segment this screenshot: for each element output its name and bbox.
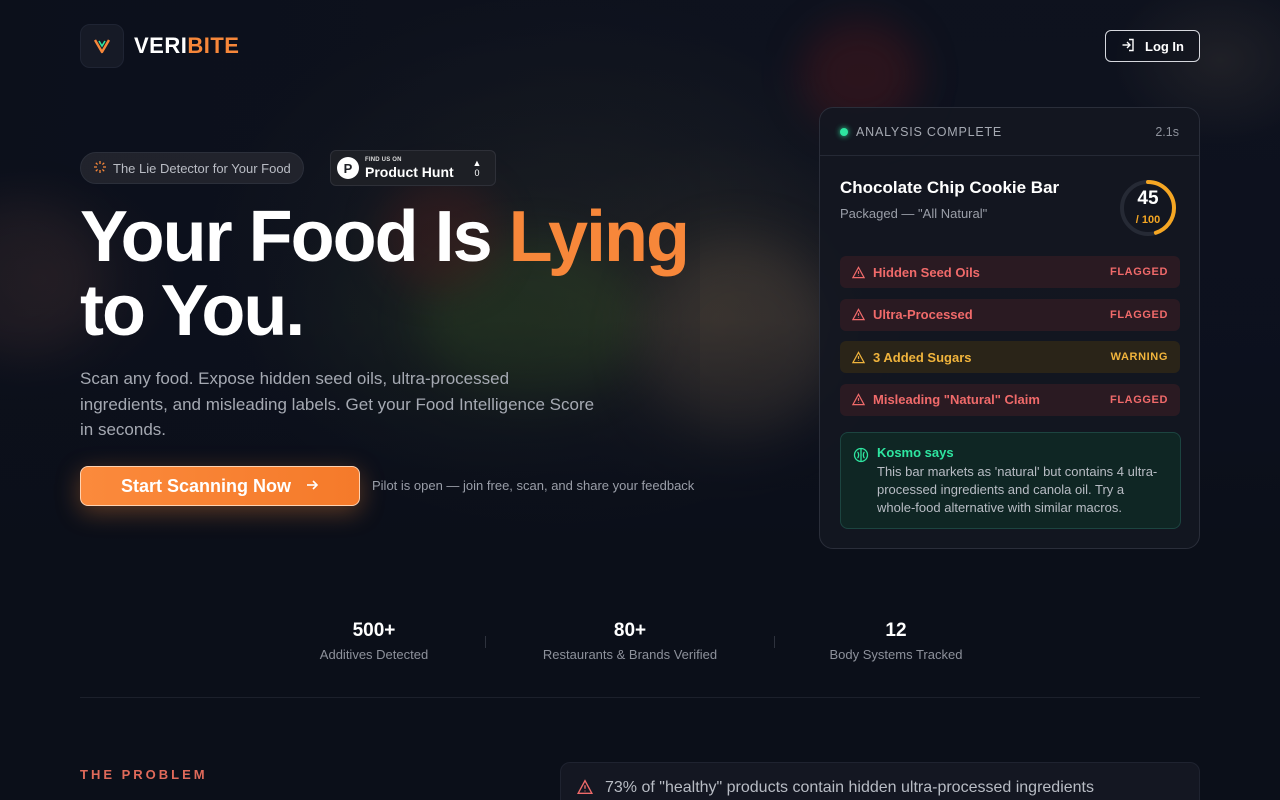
product-name: Chocolate Chip Cookie Bar <box>840 178 1060 197</box>
pilot-note: Pilot is open — join free, scan, and sha… <box>372 478 695 493</box>
score-max: / 100 <box>1135 214 1161 226</box>
stat-divider <box>485 636 486 648</box>
kosmo-text: This bar markets as 'natural' but contai… <box>877 464 1158 515</box>
producthunt-badge[interactable]: P FIND US ON Product Hunt ▲ 0 <box>330 150 496 186</box>
brain-icon <box>853 447 869 468</box>
flag-label: Ultra-Processed <box>873 307 973 322</box>
stat-value: 80+ <box>613 620 647 641</box>
login-icon <box>1121 38 1135 55</box>
score-value: 45 <box>1137 188 1159 209</box>
problem-item: 73% of "healthy" products contain hidden… <box>560 762 1200 800</box>
flag-item: Ultra-Processed FLAGGED <box>840 298 1180 331</box>
kosmo-insight: Kosmo says This bar markets as 'natural'… <box>840 432 1181 529</box>
score-gauge: 45 / 100 <box>1118 178 1178 238</box>
arrow-right-icon <box>305 476 319 497</box>
brand-name: VERIBITE <box>134 33 239 59</box>
brand-name-part-2: BITE <box>187 33 240 58</box>
flag-tag: FLAGGED <box>1110 393 1168 406</box>
sparkle-icon <box>93 160 107 177</box>
section-divider <box>80 697 1200 698</box>
login-button[interactable]: Log In <box>1105 30 1200 62</box>
flag-tag: FLAGGED <box>1110 266 1168 278</box>
problem-section-label: THE PROBLEM <box>80 767 208 782</box>
producthunt-votes: ▲ 0 <box>465 158 489 178</box>
stats-row: 500+ Additives Detected 80+ Restaurants … <box>0 620 1280 670</box>
stat-label: Body Systems Tracked <box>829 647 963 662</box>
flag-tag: WARNING <box>1110 351 1168 363</box>
stat-divider <box>774 636 775 648</box>
brand-name-part-1: VERI <box>134 33 188 58</box>
analysis-card-header: ANALYSIS COMPLETE 2.1s <box>820 108 1199 156</box>
headline-part-2: to You. <box>80 271 305 351</box>
status-label: ANALYSIS COMPLETE <box>856 124 1003 139</box>
product-subtitle: Packaged — "All Natural" <box>840 206 988 221</box>
warning-triangle-icon <box>852 350 866 364</box>
hero-subtext: Scan any food. Expose hidden seed oils, … <box>80 369 595 439</box>
stat-additives: 500+ Additives Detected <box>300 620 448 662</box>
stat-value: 12 <box>885 620 907 641</box>
analysis-time: 2.1s <box>1155 124 1179 139</box>
vote-count: 0 <box>474 168 480 178</box>
flag-label: 3 Added Sugars <box>873 349 972 365</box>
kosmo-title: Kosmo says <box>877 445 954 460</box>
warning-triangle-icon <box>852 308 866 321</box>
flags-list: Hidden Seed Oils FLAGGED Ultra-Processed… <box>840 256 1180 426</box>
flag-item: 3 Added Sugars WARNING <box>840 341 1180 373</box>
stat-label: Additives Detected <box>319 647 429 662</box>
warning-triangle-icon <box>852 393 866 406</box>
warning-triangle-icon <box>576 779 594 800</box>
stat-brands: 80+ Restaurants & Brands Verified <box>520 620 740 662</box>
headline-part-1: Your Food Is <box>80 197 509 277</box>
brand-logo[interactable]: VERIBITE <box>80 24 239 68</box>
hero-headline: Your Food Is Lying to You. <box>80 200 720 348</box>
tagline-pill: The Lie Detector for Your Food <box>80 152 304 184</box>
warning-triangle-icon <box>852 265 866 279</box>
problem-item-text: 73% of "healthy" products contain hidden… <box>605 779 1094 796</box>
flag-item: Hidden Seed Oils FLAGGED <box>840 256 1180 288</box>
login-label: Log In <box>1145 38 1184 54</box>
stat-label: Restaurants & Brands Verified <box>542 647 718 662</box>
upvote-arrow-icon: ▲ <box>472 158 482 168</box>
start-scanning-button[interactable]: Start Scanning Now <box>80 466 360 506</box>
analysis-status: ANALYSIS COMPLETE <box>840 125 1002 139</box>
producthunt-small-label: FIND US ON <box>365 157 402 163</box>
flag-tag: FLAGGED <box>1110 308 1168 321</box>
analysis-card: ANALYSIS COMPLETE 2.1s Chocolate Chip Co… <box>819 107 1200 549</box>
stat-value: 500+ <box>352 620 396 641</box>
producthunt-label: Product Hunt <box>365 164 454 180</box>
cta-label: Start Scanning Now <box>120 475 291 496</box>
product-info: Chocolate Chip Cookie Bar Packaged — "Al… <box>840 178 1059 221</box>
flag-label: Hidden Seed Oils <box>873 264 980 280</box>
logo-mark-icon <box>80 24 124 68</box>
producthunt-icon: P <box>337 157 359 179</box>
flag-label: Misleading "Natural" Claim <box>873 392 1040 407</box>
status-dot-icon <box>840 127 848 136</box>
stat-body-systems: 12 Body Systems Tracked <box>810 620 982 662</box>
flag-item: Misleading "Natural" Claim FLAGGED <box>840 383 1180 416</box>
tagline-text: The Lie Detector for Your Food <box>113 160 291 176</box>
headline-highlight: Lying <box>508 197 690 277</box>
